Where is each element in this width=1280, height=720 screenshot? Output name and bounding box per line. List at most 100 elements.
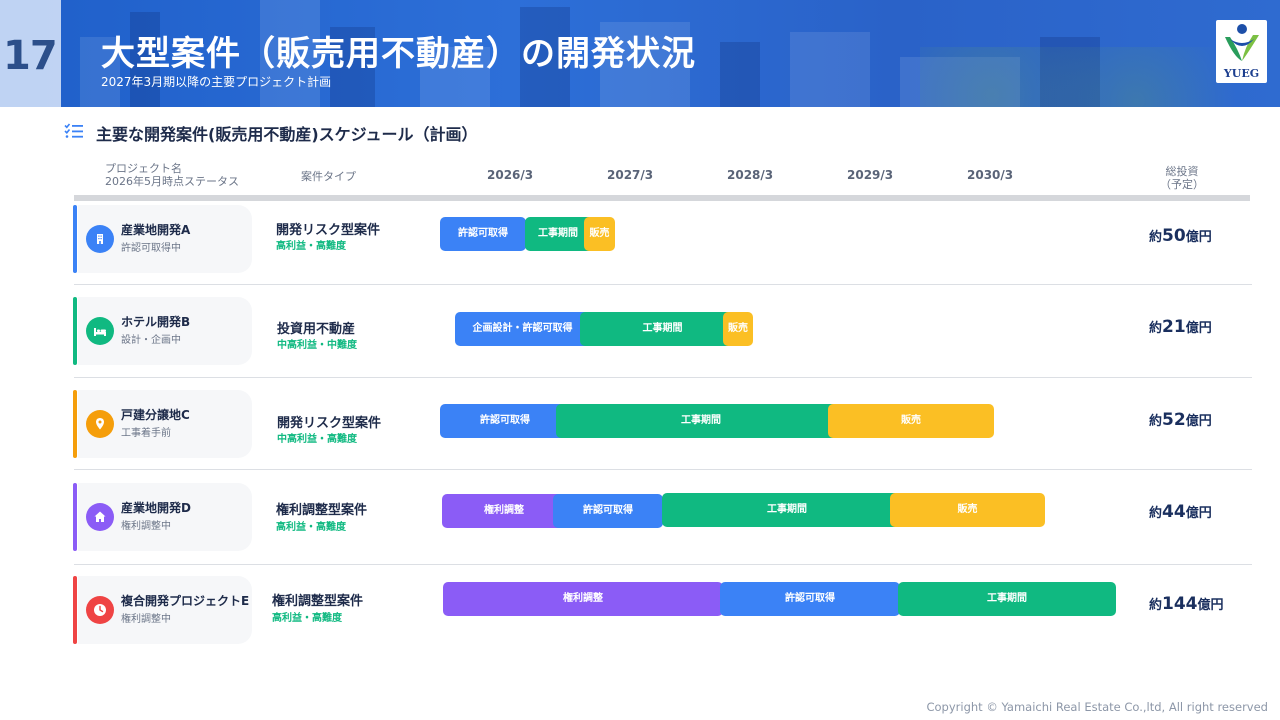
investment-unit: 億円 xyxy=(1185,414,1212,429)
logo-text: YUEG xyxy=(1223,67,1260,80)
column-header-year: 2029/3 xyxy=(847,168,894,182)
phase-bar-approve: 許認可取得 xyxy=(440,217,526,251)
project-name: ホテル開発B xyxy=(121,315,191,329)
column-header-project: プロジェクト名 2026年5月時点ステータス xyxy=(105,162,239,188)
project-profile: 中高利益・高難度 xyxy=(277,434,357,445)
project-type: 開発リスク型案件 xyxy=(277,416,382,431)
investment-value: 44 xyxy=(1162,502,1186,522)
project-profile: 高利益・高難度 xyxy=(272,613,342,624)
project-type: 投資用不動産 xyxy=(277,322,356,337)
project-profile: 高利益・高難度 xyxy=(276,241,346,252)
phase-bar-construct: 工事期間 xyxy=(556,404,846,438)
investment-prefix: 約 xyxy=(1149,414,1163,429)
project-type: 権利調整型案件 xyxy=(276,503,368,518)
project-name: 産業地開発A xyxy=(121,223,191,237)
project-type: 権利調整型案件 xyxy=(272,594,364,609)
project-card: 複合開発プロジェクトE 権利調整中 xyxy=(78,576,252,644)
project-card: 戸建分譲地C 工事着手前 xyxy=(78,390,252,458)
phase-bar-sale: 販売 xyxy=(723,312,753,346)
phase-bar-approve: 許認可取得 xyxy=(553,494,663,528)
phase-bar-construct: 工事期間 xyxy=(898,582,1116,616)
company-logo: YUEG xyxy=(1216,20,1267,83)
project-card: 産業地開発A 許認可取得中 xyxy=(78,205,252,273)
investment-prefix: 約 xyxy=(1149,506,1163,521)
project-profile: 中高利益・中難度 xyxy=(277,340,357,351)
project-icon-circle xyxy=(86,410,114,438)
phase-bar-approve: 企画設計・許認可取得 xyxy=(455,312,590,346)
copyright-text: Copyright © Yamaichi Real Estate Co.,ltd… xyxy=(926,700,1268,714)
project-icon-circle xyxy=(86,596,114,624)
investment-value: 21 xyxy=(1162,317,1186,337)
home-icon xyxy=(94,511,106,522)
project-icon-circle xyxy=(86,225,114,253)
investment-prefix: 約 xyxy=(1149,230,1163,245)
background-building xyxy=(790,32,870,107)
checklist-icon xyxy=(64,123,83,138)
row-accent-bar xyxy=(73,483,77,551)
column-header-year: 2026/3 xyxy=(487,168,534,182)
project-name: 戸建分譲地C xyxy=(121,408,190,422)
map-pin-icon xyxy=(96,418,104,430)
row-accent-bar xyxy=(73,297,77,365)
row-divider xyxy=(74,564,1252,565)
investment-value: 144 xyxy=(1162,594,1198,614)
project-icon-circle xyxy=(86,317,114,345)
phase-bar-sale: 販売 xyxy=(828,404,994,438)
column-header-type: 案件タイプ xyxy=(301,170,356,183)
phase-bar-construct: 工事期間 xyxy=(662,493,912,527)
phase-bar-adjust: 権利調整 xyxy=(443,582,723,616)
background-building xyxy=(720,42,760,107)
project-status: 許認可取得中 xyxy=(121,243,181,254)
section-title: 主要な開発案件(販売用不動産)スケジュール（計画） xyxy=(96,125,478,144)
project-row-b: ホテル開発B 設計・企画中 投資用不動産 中高利益・中難度 企画設計・許認可取得… xyxy=(0,296,1280,388)
project-status: 権利調整中 xyxy=(121,614,171,625)
investment-amount: 約50億円 xyxy=(1149,226,1212,246)
row-divider xyxy=(74,284,1252,285)
row-accent-bar xyxy=(73,390,77,458)
column-header-year: 2030/3 xyxy=(967,168,1014,182)
project-status: 権利調整中 xyxy=(121,521,171,532)
logo-emblem-icon xyxy=(1225,24,1259,61)
project-name: 産業地開発D xyxy=(121,501,191,515)
project-name: 複合開発プロジェクトE xyxy=(121,594,250,608)
page-title: 大型案件（販売用不動産）の開発状況 xyxy=(101,34,696,74)
investment-amount: 約21億円 xyxy=(1149,317,1212,337)
project-row-a: 産業地開発A 許認可取得中 開発リスク型案件 高利益・高難度 許認可取得 工事期… xyxy=(0,204,1280,296)
project-status: 工事着手前 xyxy=(121,428,171,439)
phase-bar-construct: 工事期間 xyxy=(580,312,745,346)
project-card: ホテル開発B 設計・企画中 xyxy=(78,297,252,365)
phase-bar-sale: 販売 xyxy=(584,217,615,251)
clock-icon xyxy=(94,604,106,616)
project-row-e: 複合開発プロジェクトE 権利調整中 権利調整型案件 高利益・高難度 権利調整 許… xyxy=(0,575,1280,667)
column-header-year: 2027/3 xyxy=(607,168,654,182)
row-divider xyxy=(74,377,1252,378)
hotel-bed-icon xyxy=(94,328,106,336)
project-card: 産業地開発D 権利調整中 xyxy=(78,483,252,551)
project-row-d: 産業地開発D 権利調整中 権利調整型案件 高利益・高難度 権利調整 許認可取得 … xyxy=(0,482,1280,574)
header-banner: 17 大型案件（販売用不動産）の開発状況 2027年3月期以降の主要プロジェクト… xyxy=(0,0,1280,107)
investment-amount: 約44億円 xyxy=(1149,502,1212,522)
investment-amount: 約52億円 xyxy=(1149,410,1212,430)
project-status: 設計・企画中 xyxy=(121,335,181,346)
investment-value: 50 xyxy=(1162,226,1186,246)
column-header-investment-note: （予定） xyxy=(1160,178,1204,191)
investment-prefix: 約 xyxy=(1149,321,1163,336)
row-accent-bar xyxy=(73,576,77,644)
project-type: 開発リスク型案件 xyxy=(276,223,381,238)
investment-unit: 億円 xyxy=(1185,230,1212,245)
header-divider xyxy=(74,195,1250,201)
column-header-year: 2028/3 xyxy=(727,168,774,182)
investment-unit: 億円 xyxy=(1185,506,1212,521)
investment-unit: 億円 xyxy=(1185,321,1212,336)
phase-bar-adjust: 権利調整 xyxy=(442,494,566,528)
column-header-status-note: 2026年5月時点ステータス xyxy=(105,175,239,188)
column-header-investment-label: 総投資 xyxy=(1165,165,1199,178)
investment-value: 52 xyxy=(1162,410,1186,430)
row-divider xyxy=(74,469,1252,470)
investment-unit: 億円 xyxy=(1197,598,1224,613)
page-number-box: 17 xyxy=(0,0,61,107)
column-header-project-label: プロジェクト名 xyxy=(105,162,182,175)
row-accent-bar xyxy=(73,205,77,273)
page-number: 17 xyxy=(3,33,58,79)
investment-amount: 約144億円 xyxy=(1149,594,1224,614)
